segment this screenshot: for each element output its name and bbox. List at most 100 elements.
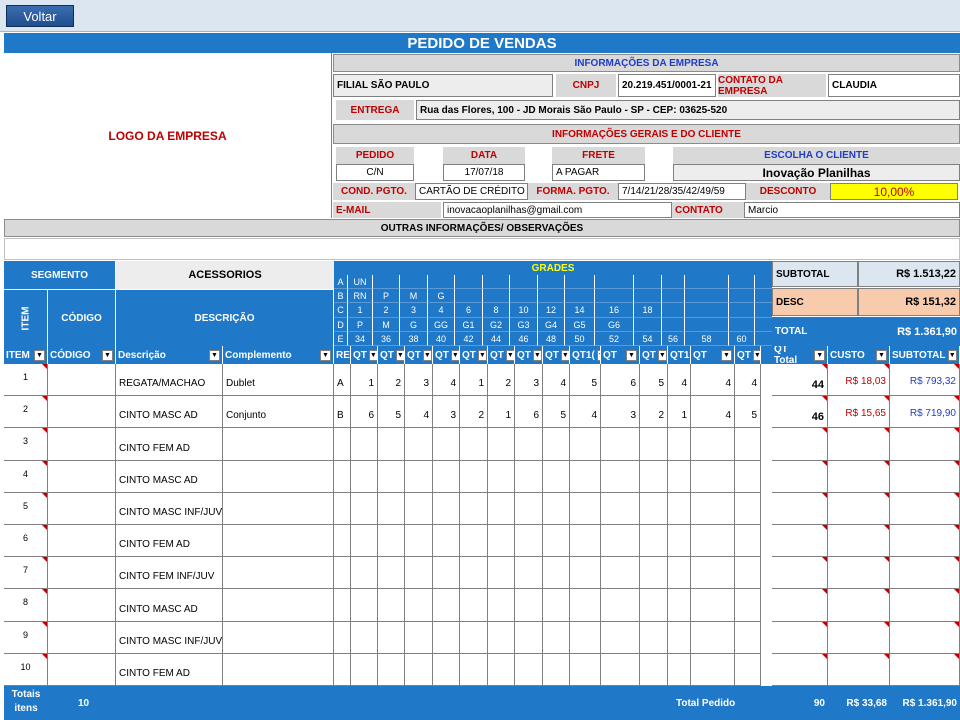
- cell-qt[interactable]: [351, 589, 378, 622]
- cell-qt[interactable]: [515, 525, 543, 558]
- cell-item[interactable]: 1: [4, 364, 48, 397]
- cell-qt[interactable]: [570, 557, 601, 590]
- filter-dropdown-icon[interactable]: ▼: [450, 349, 459, 361]
- cell-subtotal[interactable]: R$ 719,90: [890, 396, 960, 429]
- cell-qt[interactable]: [488, 428, 515, 461]
- cell-qt[interactable]: [405, 492, 433, 525]
- col-qt[interactable]: QT ▼: [488, 346, 515, 364]
- col-qt[interactable]: QT ▼: [460, 346, 488, 364]
- cell-qt[interactable]: [735, 428, 761, 461]
- cell-ref[interactable]: A: [334, 364, 351, 397]
- cell-qt[interactable]: [351, 460, 378, 493]
- cell-qt[interactable]: [570, 492, 601, 525]
- cell-cost[interactable]: [828, 428, 890, 461]
- cell-qt[interactable]: [668, 589, 691, 622]
- cell-qt[interactable]: 4: [543, 364, 570, 397]
- cell-subtotal[interactable]: R$ 793,32: [890, 364, 960, 397]
- cell-qt[interactable]: [735, 460, 761, 493]
- cell-subtotal[interactable]: [890, 525, 960, 558]
- cell-subtotal[interactable]: [890, 460, 960, 493]
- cell-ref[interactable]: [334, 557, 351, 590]
- cell-qt[interactable]: [543, 589, 570, 622]
- cell-cost[interactable]: R$ 15,65: [828, 396, 890, 429]
- cell-cost[interactable]: [828, 621, 890, 654]
- cell-qt[interactable]: 3: [433, 396, 460, 429]
- filter-dropdown-icon[interactable]: ▼: [422, 349, 432, 361]
- cell-item[interactable]: 7: [4, 557, 48, 590]
- cell-qt[interactable]: [668, 460, 691, 493]
- col-qt[interactable]: QT ▼: [543, 346, 570, 364]
- cell-qt[interactable]: [543, 428, 570, 461]
- cell-qt[interactable]: 3: [601, 396, 640, 429]
- cell-qt[interactable]: [601, 492, 640, 525]
- cell-qt[interactable]: [488, 557, 515, 590]
- cell-cost[interactable]: [828, 557, 890, 590]
- notes-field[interactable]: [4, 238, 960, 260]
- cell-qt[interactable]: [543, 557, 570, 590]
- cell-description[interactable]: CINTO MASC AD: [116, 589, 223, 622]
- cell-description[interactable]: CINTO FEM INF/JUV: [116, 557, 223, 590]
- cell-qt[interactable]: [570, 525, 601, 558]
- filter-dropdown-icon[interactable]: ▼: [320, 349, 331, 361]
- col-description[interactable]: Descrição ▼: [116, 346, 223, 364]
- cell-qt[interactable]: [735, 557, 761, 590]
- cell-qt[interactable]: [691, 492, 735, 525]
- cell-qt[interactable]: [668, 428, 691, 461]
- col-qt[interactable]: QT1(▼: [570, 346, 601, 364]
- cell-qt[interactable]: [460, 653, 488, 686]
- cell-qt[interactable]: [601, 525, 640, 558]
- cell-code[interactable]: [48, 653, 116, 686]
- filter-dropdown-icon[interactable]: ▼: [505, 349, 514, 361]
- cell-code[interactable]: [48, 621, 116, 654]
- cell-qt[interactable]: [405, 653, 433, 686]
- cell-qt-total[interactable]: 44: [772, 364, 828, 397]
- cell-qt[interactable]: [378, 428, 405, 461]
- cell-qt[interactable]: [460, 589, 488, 622]
- cell-qt[interactable]: [668, 557, 691, 590]
- cell-qt-total[interactable]: 46: [772, 396, 828, 429]
- cell-qt[interactable]: [433, 653, 460, 686]
- cell-item[interactable]: 9: [4, 621, 48, 654]
- cell-qt[interactable]: [405, 428, 433, 461]
- cell-qt[interactable]: [735, 492, 761, 525]
- col-qt[interactable]: QT ▼: [691, 346, 735, 364]
- cell-complement[interactable]: [223, 460, 334, 493]
- cell-description[interactable]: CINTO FEM AD: [116, 653, 223, 686]
- cell-qt[interactable]: [543, 492, 570, 525]
- cell-qt[interactable]: [378, 525, 405, 558]
- cell-qt[interactable]: [640, 492, 668, 525]
- cell-item[interactable]: 10: [4, 653, 48, 686]
- cell-qt[interactable]: 4: [405, 396, 433, 429]
- back-button[interactable]: Voltar: [6, 5, 74, 27]
- cell-qt[interactable]: [433, 525, 460, 558]
- cell-cost[interactable]: [828, 492, 890, 525]
- cell-qt[interactable]: [378, 492, 405, 525]
- filter-dropdown-icon[interactable]: ▼: [209, 349, 220, 361]
- filter-dropdown-icon[interactable]: ▼: [560, 349, 569, 361]
- cell-code[interactable]: [48, 396, 116, 429]
- cell-ref[interactable]: [334, 621, 351, 654]
- cell-qt[interactable]: [570, 621, 601, 654]
- cell-qt[interactable]: [601, 428, 640, 461]
- cell-subtotal[interactable]: [890, 557, 960, 590]
- cell-qt[interactable]: [570, 460, 601, 493]
- cell-qt[interactable]: [515, 492, 543, 525]
- client-select[interactable]: Inovação Planilhas: [673, 164, 960, 181]
- cell-qt[interactable]: [405, 460, 433, 493]
- col-qt[interactable]: QT ▼: [433, 346, 460, 364]
- cell-qt-total[interactable]: [772, 492, 828, 525]
- cell-qt[interactable]: 3: [405, 364, 433, 397]
- filter-dropdown-icon[interactable]: ▼: [752, 349, 760, 361]
- cell-qt[interactable]: [640, 621, 668, 654]
- cell-description[interactable]: CINTO FEM AD: [116, 525, 223, 558]
- col-subtotal[interactable]: SUBTOTAL ▼: [890, 346, 960, 364]
- cell-qt[interactable]: [640, 589, 668, 622]
- cell-qt[interactable]: [460, 621, 488, 654]
- discount-field[interactable]: 10,00%: [830, 183, 958, 200]
- cell-qt[interactable]: 2: [378, 364, 405, 397]
- delivery-field[interactable]: Rua das Flores, 100 - JD Morais São Paul…: [416, 100, 960, 120]
- cell-qt[interactable]: [488, 589, 515, 622]
- cell-qt[interactable]: [488, 460, 515, 493]
- cell-qt[interactable]: [405, 525, 433, 558]
- cell-qt[interactable]: [433, 428, 460, 461]
